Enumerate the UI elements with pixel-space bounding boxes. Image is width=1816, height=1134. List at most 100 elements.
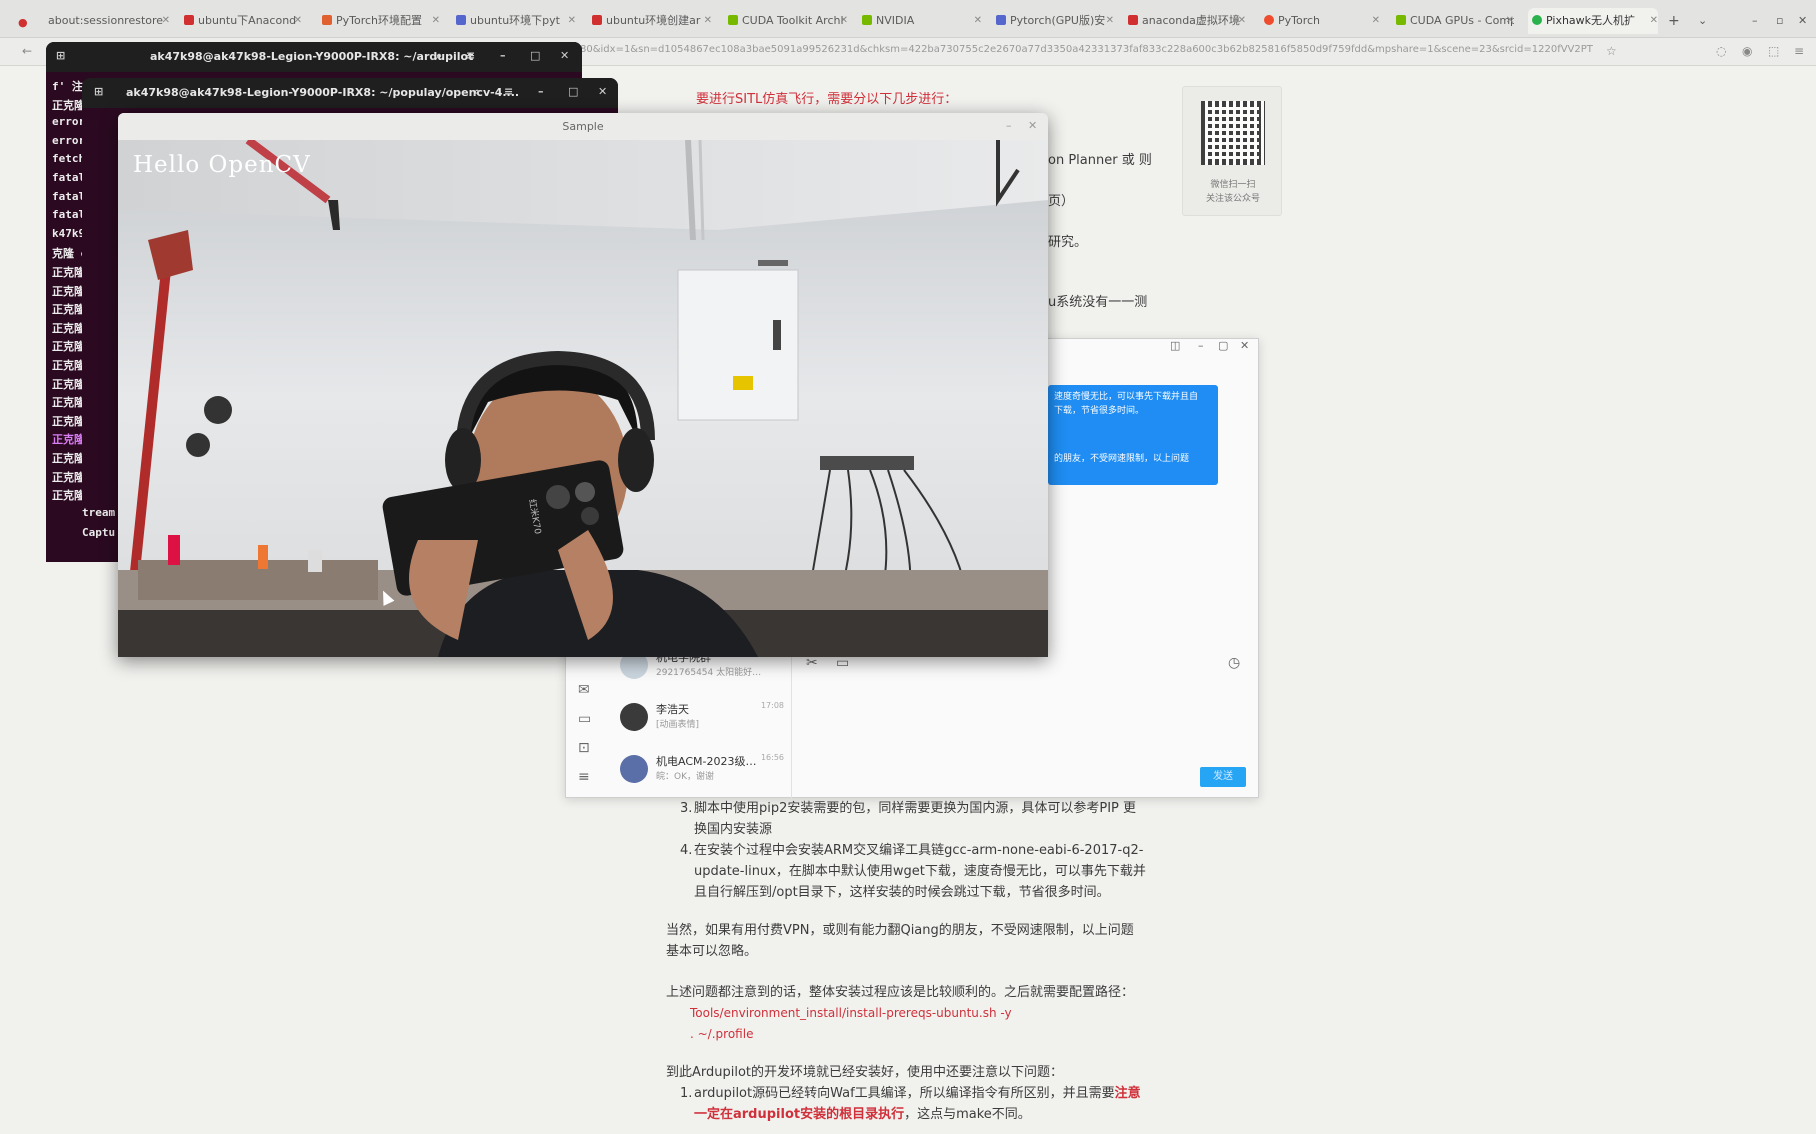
tab-label: NVIDIA (876, 14, 915, 27)
terminal-line: Captu (82, 526, 116, 539)
minimize-icon[interactable]: – (1006, 119, 1012, 132)
close-icon[interactable]: ✕ (974, 8, 982, 34)
new-tab-icon[interactable]: ⊞ (94, 85, 103, 98)
tab-4[interactable]: ubuntu环境创建ar ✕ (592, 8, 712, 34)
list-item[interactable]: 李浩天 [动画表情] 17:08 (616, 697, 786, 747)
qr-caption: 微信扫一扫 (1210, 180, 1256, 190)
minimize-icon[interactable]: – (500, 49, 506, 62)
contact-preview: [动画表情] (656, 720, 700, 730)
firefox-icon[interactable]: ● (18, 10, 30, 36)
close-icon[interactable]: ✕ (162, 8, 170, 34)
tab-list-chevron-icon[interactable]: ⌄ (1698, 8, 1712, 34)
list-number: 1. (680, 1086, 693, 1101)
history-icon[interactable]: ◷ (1228, 655, 1240, 671)
tab-1[interactable]: ubuntu下Anacond ✕ (184, 8, 302, 34)
search-icon[interactable]: ⌕ (474, 85, 480, 99)
minimize-icon[interactable]: – (538, 85, 544, 98)
favicon-icon (456, 15, 466, 25)
emphasis: 一定在ardupilot安装的根目录执行 (694, 1107, 905, 1122)
list-item-text: ardupilot源码已经转向Waf工具编译，所以编译指令有所区别，并且需要注意 (694, 1083, 1141, 1104)
favicon-icon (322, 15, 332, 25)
favicon-icon (728, 15, 738, 25)
list-item-text: 在安装个过程中会安装ARM交叉编译工具链gcc-arm-none-eabi-6-… (694, 843, 1144, 858)
close-icon[interactable]: ✕ (560, 49, 569, 62)
terminal-header: ⊞ ak47k98@ak47k98-Legion-Y9000P-IRX8: ~/… (46, 42, 582, 72)
code-line: . ~/.profile (690, 1027, 754, 1041)
bookmark-icon[interactable]: ⊡ (578, 740, 590, 756)
list-number: 4. (680, 843, 693, 858)
minimize-icon[interactable]: – (1752, 8, 1764, 34)
tab-7[interactable]: Pytorch(GPU版)安 ✕ (996, 8, 1114, 34)
menu-icon[interactable]: ≡ (1794, 44, 1804, 58)
emphasis: 注意 (1114, 1086, 1141, 1101)
close-icon[interactable]: ✕ (1106, 8, 1114, 34)
tab-0[interactable]: about:sessionrestore ✕ (48, 8, 170, 34)
new-tab-button[interactable]: + (1668, 8, 1682, 34)
list-item-text: 换国内安装源 (694, 822, 773, 837)
qr-code-image[interactable] (1201, 101, 1265, 165)
close-icon[interactable]: ✕ (598, 85, 607, 98)
maximize-icon[interactable]: □ (568, 85, 578, 98)
close-icon[interactable]: ✕ (1028, 119, 1037, 132)
tab-9[interactable]: PyTorch ✕ (1264, 8, 1380, 34)
contact-name: 机电ACM-2023级… (656, 755, 757, 768)
account-icon[interactable]: ◉ (1742, 44, 1752, 58)
close-icon[interactable]: ✕ (294, 8, 302, 34)
close-icon[interactable]: ✕ (1372, 8, 1380, 34)
favicon-icon (184, 15, 194, 25)
list-item[interactable]: 机电ACM-2023级… 皖：OK，谢谢 16:56 (616, 749, 786, 799)
tab-5[interactable]: CUDA Toolkit Archi ✕ (728, 8, 848, 34)
search-icon[interactable]: ⌕ (436, 49, 442, 63)
close-icon[interactable]: ✕ (432, 8, 440, 34)
maximize-icon[interactable]: ▫ (1776, 8, 1788, 34)
overlay-text: Hello OpenCV (133, 152, 311, 178)
contact-time: 16:56 (760, 753, 784, 762)
close-icon[interactable]: ✕ (704, 8, 712, 34)
folder-icon[interactable]: ▭ (836, 655, 849, 671)
url-input[interactable]: 80&idx=1&sn=d1054867ec108a3bae5091a99526… (580, 44, 1600, 55)
folder-icon[interactable]: ▭ (578, 711, 591, 727)
menu-icon[interactable]: ≡ (466, 49, 475, 62)
menu-icon[interactable]: ≡ (578, 769, 590, 785)
tab-label: ubuntu环境创建ar (606, 14, 701, 27)
contact-preview: 皖：OK，谢谢 (656, 772, 714, 782)
scissors-icon[interactable]: ✂ (806, 655, 818, 671)
maximize-icon[interactable]: ▢ (1218, 339, 1228, 352)
tab-8[interactable]: anaconda虚拟环境 ✕ (1128, 8, 1246, 34)
bookmark-star-icon[interactable]: ☆ (1606, 44, 1617, 58)
paragraph: 基本可以忽略。 (666, 944, 758, 959)
window-close-icon[interactable]: ✕ (1798, 8, 1810, 34)
close-icon[interactable]: ✕ (1238, 8, 1246, 34)
close-icon[interactable]: ✕ (1240, 339, 1249, 352)
tab-11[interactable]: Pixhawk无人机扩 ✕ (1528, 8, 1658, 34)
tab-3[interactable]: ubuntu环境下pyt ✕ (456, 8, 576, 34)
back-arrow-icon[interactable]: ← (22, 44, 32, 58)
tab-label: about:sessionrestore (48, 14, 164, 27)
article-fragment: u系统没有一一测 (1048, 295, 1148, 310)
pin-icon[interactable]: ◫ (1170, 339, 1180, 352)
tab-label: CUDA GPUs - Comp (1410, 14, 1514, 27)
bubble-text: 下载，节省很多时间。 (1054, 406, 1145, 416)
tab-10[interactable]: CUDA GPUs - Comp ✕ (1396, 8, 1514, 34)
extensions-icon[interactable]: ⬚ (1768, 44, 1779, 58)
tab-label: ubuntu环境下pyt (470, 14, 560, 27)
maximize-icon[interactable]: □ (530, 49, 540, 62)
list-number: 3. (680, 801, 693, 816)
send-button[interactable]: 发送 (1200, 767, 1246, 787)
close-icon[interactable]: ✕ (568, 8, 576, 34)
camera-image (118, 140, 1048, 657)
shield-icon[interactable]: ◌ (1716, 44, 1726, 58)
list-item-text: 脚本中使用pip2安装需要的包，同样需要更换为国内源，具体可以参考PIP 更 (694, 801, 1137, 816)
close-icon[interactable]: ✕ (840, 8, 848, 34)
tab-6[interactable]: NVIDIA ✕ (862, 8, 982, 34)
favicon-icon (996, 15, 1006, 25)
mail-icon[interactable]: ✉ (578, 682, 590, 698)
menu-icon[interactable]: ≡ (504, 85, 513, 98)
new-tab-icon[interactable]: ⊞ (56, 49, 65, 62)
message-bubble[interactable]: 速度奇慢无比，可以事先下载并且自 下载，节省很多时间。 的朋友，不受网速限制，以… (1048, 385, 1218, 485)
close-icon[interactable]: ✕ (1506, 8, 1514, 34)
minimize-icon[interactable]: – (1198, 339, 1204, 352)
tab-2[interactable]: PyTorch环境配置 ✕ (322, 8, 440, 34)
close-icon[interactable]: ✕ (1650, 8, 1658, 34)
divider (791, 657, 792, 799)
